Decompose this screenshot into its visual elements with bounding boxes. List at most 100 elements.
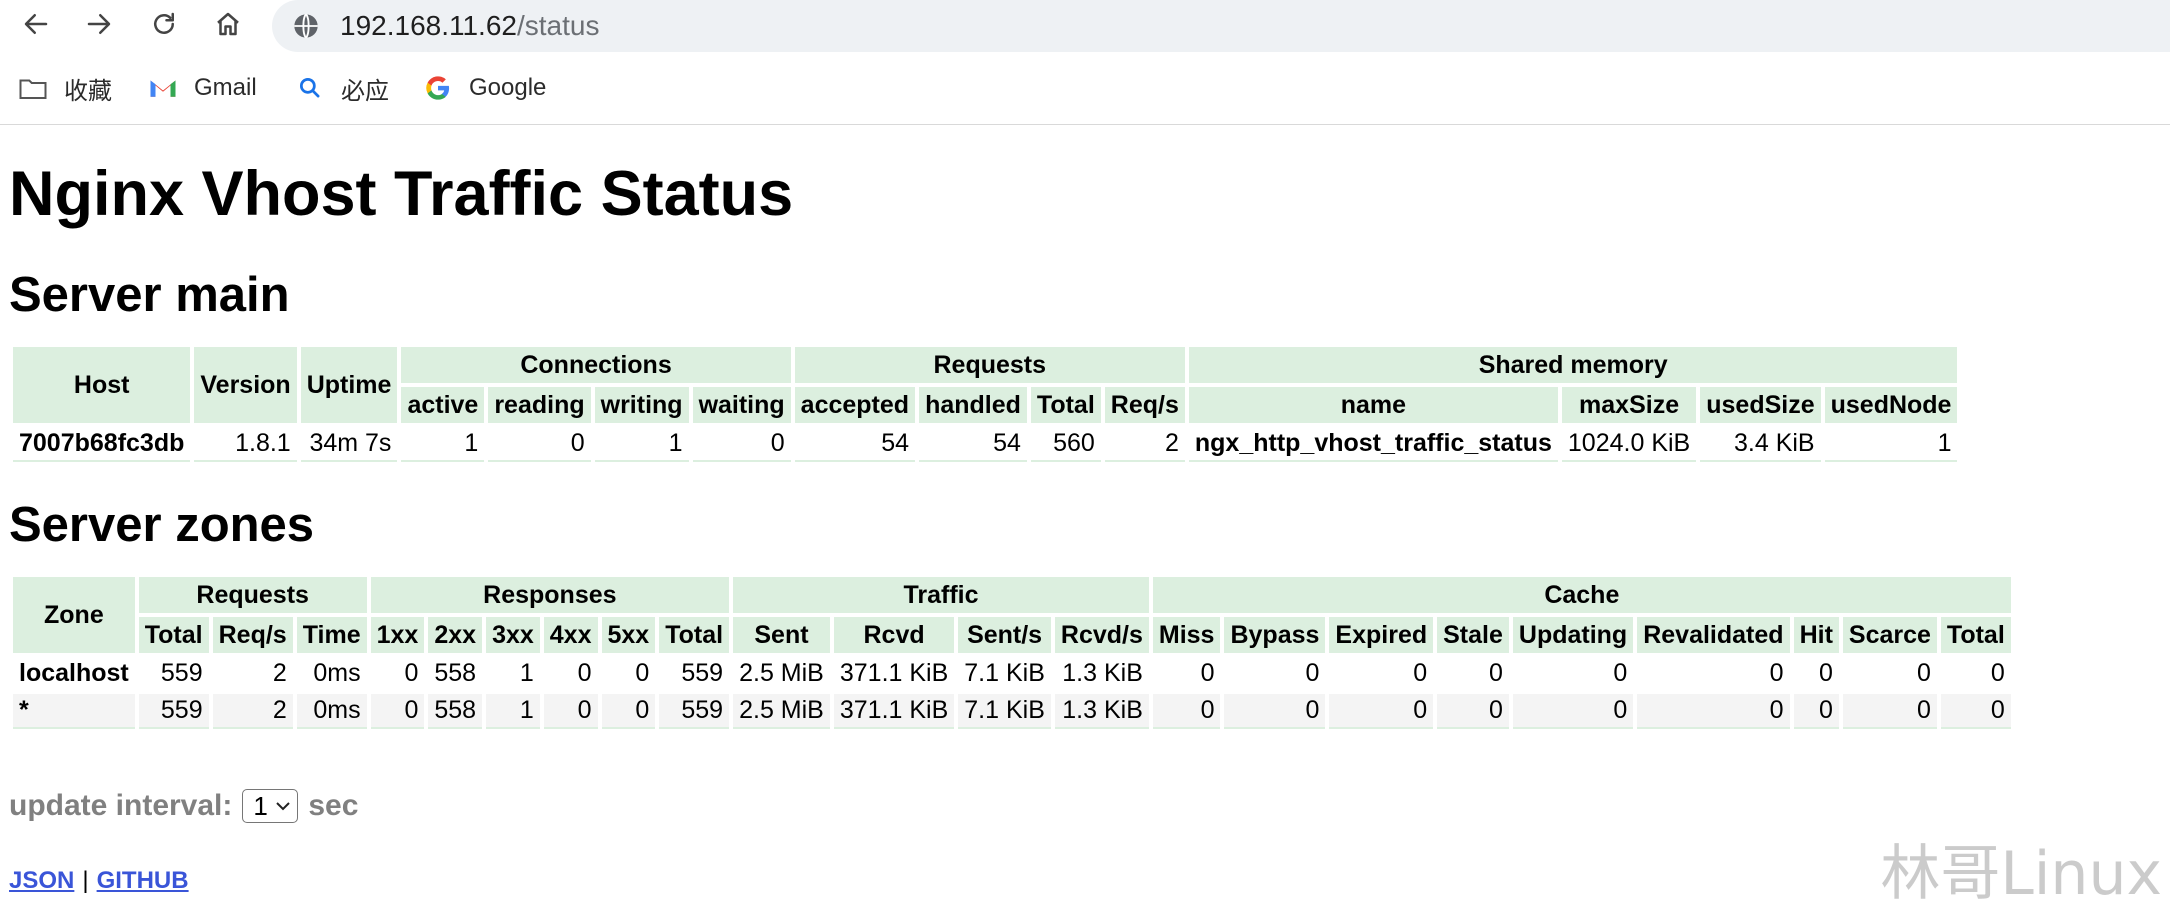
- cell: 0: [1512, 694, 1634, 729]
- address-bar[interactable]: 192.168.11.62/status: [272, 0, 2170, 52]
- page-title: Nginx Vhost Traffic Status: [9, 159, 794, 229]
- update-interval: update interval: 1 sec: [9, 789, 358, 823]
- cell-max-size: 1024.0 KiB: [1561, 427, 1697, 462]
- gmail-icon: [148, 73, 178, 103]
- col-reading: reading: [488, 387, 591, 423]
- url-text[interactable]: 192.168.11.62/status: [340, 10, 599, 42]
- back-button[interactable]: [18, 6, 54, 42]
- cell: 0: [370, 694, 425, 729]
- update-interval-select[interactable]: 1: [242, 789, 299, 823]
- cell-used-size: 3.4 KiB: [1700, 427, 1821, 462]
- folder-icon: [18, 73, 48, 103]
- arrow-left-icon: [24, 14, 48, 34]
- cell-active: 1: [401, 427, 485, 462]
- col-cache-total: Total: [1940, 617, 2011, 653]
- cell-zone: localhost: [19, 659, 129, 687]
- cell-handled: 54: [919, 427, 1027, 462]
- col-3xx: 3xx: [486, 617, 540, 653]
- cell: 0: [1917, 659, 1931, 687]
- cell: 0: [1488, 659, 1503, 687]
- cell: 0: [1818, 659, 1833, 687]
- col-name: name: [1188, 387, 1558, 423]
- col-uptime: Uptime: [300, 347, 398, 423]
- cell: 0: [1329, 694, 1434, 729]
- cell: 558: [428, 694, 483, 729]
- watermark: 林哥Linux: [1880, 839, 2162, 909]
- col-stale: Stale: [1437, 617, 1509, 653]
- bing-search-icon: [295, 73, 325, 103]
- cell: 559: [160, 659, 203, 687]
- cell-reading: 0: [488, 427, 591, 462]
- json-link[interactable]: JSON: [9, 867, 74, 894]
- cell-host: 7007b68fc3db: [13, 427, 191, 462]
- cell: 2.5 MiB: [733, 694, 830, 729]
- col-connections: Connections: [401, 347, 791, 383]
- cell: 0: [404, 659, 419, 687]
- cell: 559: [681, 659, 724, 687]
- bookmark-favorites[interactable]: 收藏: [18, 66, 112, 110]
- col-time: Time: [296, 617, 367, 653]
- cell: 559: [659, 694, 730, 729]
- col-req-per-sec: Req/s: [212, 617, 293, 653]
- cell: 2: [272, 659, 287, 687]
- cell: 2: [212, 694, 293, 729]
- cell: 0: [1437, 694, 1509, 729]
- cell: 0: [1940, 694, 2011, 729]
- table-row: * 559 2 0ms 0 558 1 0 0 559 2.5 MiB 371.…: [13, 694, 2011, 729]
- cell: 0: [1842, 694, 1937, 729]
- bookmark-gmail[interactable]: Gmail: [148, 66, 257, 110]
- col-rcvd-per-sec: Rcvd/s: [1054, 617, 1149, 653]
- col-1xx: 1xx: [370, 617, 425, 653]
- arrow-right-icon: [87, 14, 111, 34]
- col-sent-per-sec: Sent/s: [958, 617, 1051, 653]
- col-zone: Zone: [13, 577, 135, 653]
- col-requests: Requests: [794, 347, 1185, 383]
- site-info-icon[interactable]: [292, 12, 320, 40]
- browser-toolbar: 192.168.11.62/status: [0, 0, 2170, 52]
- col-resp-total: Total: [659, 617, 730, 653]
- cell: 0: [1793, 694, 1839, 729]
- cell: 0: [543, 694, 598, 729]
- bookmark-bing[interactable]: 必应: [295, 66, 389, 110]
- col-writing: writing: [594, 387, 689, 423]
- forward-button[interactable]: [81, 6, 117, 42]
- home-button[interactable]: [210, 6, 246, 42]
- link-separator: |: [82, 867, 89, 894]
- cell: 0: [577, 659, 592, 687]
- reload-button[interactable]: [146, 6, 182, 42]
- cell: 0: [1613, 659, 1628, 687]
- update-interval-label: update interval:: [9, 789, 233, 822]
- cell: 7.1 KiB: [964, 659, 1045, 687]
- github-link[interactable]: GITHUB: [97, 867, 189, 894]
- cell: 0: [601, 694, 656, 729]
- col-max-size: maxSize: [1561, 387, 1697, 423]
- cell: 2.5 MiB: [739, 659, 824, 687]
- cell: 558: [434, 659, 477, 687]
- bookmark-label: Gmail: [194, 74, 257, 101]
- cell: 1.3 KiB: [1062, 659, 1143, 687]
- col-handled: handled: [919, 387, 1027, 423]
- col-responses: Responses: [370, 577, 730, 613]
- col-active: active: [401, 387, 485, 423]
- col-traffic: Traffic: [733, 577, 1149, 613]
- server-main-group-header-row: Host Version Uptime Connections Requests…: [13, 347, 1958, 423]
- cell: 0: [1224, 694, 1326, 729]
- bookmark-label: 必应: [341, 77, 389, 105]
- cell: 371.1 KiB: [839, 659, 949, 687]
- bookmark-google[interactable]: Google: [423, 66, 546, 110]
- server-zones-heading: Server zones: [9, 498, 315, 552]
- cell: 7.1 KiB: [958, 694, 1051, 729]
- col-5xx: 5xx: [601, 617, 656, 653]
- col-2xx: 2xx: [428, 617, 483, 653]
- cell-version: 1.8.1: [194, 427, 297, 462]
- col-expired: Expired: [1329, 617, 1434, 653]
- url-path: /status: [516, 10, 600, 41]
- home-icon: [217, 12, 239, 36]
- cell: 1: [486, 694, 540, 729]
- server-zones-group-header-row: Zone Requests Responses Traffic Cache: [13, 577, 2011, 653]
- cell-name: ngx_http_vhost_traffic_status: [1188, 427, 1558, 462]
- cell: 0: [1152, 694, 1221, 729]
- server-zones-table: Zone Requests Responses Traffic Cache To…: [9, 573, 2015, 733]
- cell: 0: [1637, 694, 1790, 729]
- cell-accepted: 54: [794, 427, 916, 462]
